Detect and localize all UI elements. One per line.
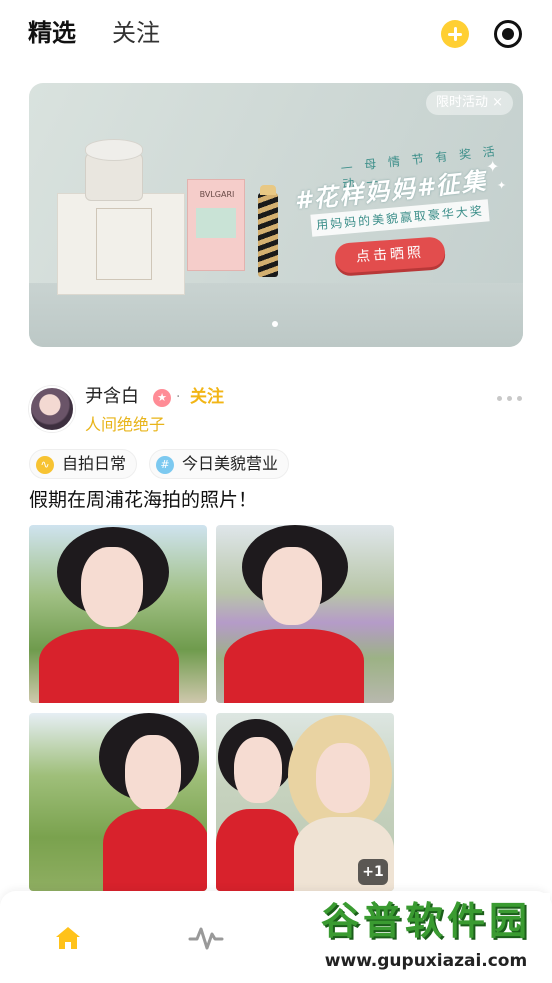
product-box-fresh	[57, 193, 185, 295]
post-header: 尹含白 ★ · 关注 人间绝绝子	[29, 386, 523, 436]
post-text[interactable]: 假期在周浦花海拍的照片！	[29, 486, 257, 514]
sparkle-icon: ✦	[486, 157, 500, 176]
username[interactable]: 尹含白	[85, 386, 139, 408]
hashtag-icon: #	[156, 456, 174, 474]
tag-label: 今日美貌营业	[182, 454, 279, 473]
tag-beauty-today[interactable]: # 今日美貌营业	[149, 449, 290, 479]
tag-label: 自拍日常	[62, 454, 127, 473]
tag-selfie-daily[interactable]: ∿ 自拍日常	[29, 449, 138, 479]
activity-icon: ∿	[36, 456, 54, 474]
product-jar	[85, 139, 143, 201]
watermark-url: www.gupuxiazai.com	[324, 951, 528, 971]
post-photo[interactable]	[216, 525, 394, 703]
add-post-button[interactable]	[441, 20, 469, 48]
activity-icon[interactable]	[188, 925, 224, 951]
watermark-title: 谷普软件园	[320, 899, 531, 943]
post-photo[interactable]	[29, 525, 207, 703]
product-box-label	[96, 208, 152, 280]
tab-following[interactable]: 关注	[112, 16, 160, 50]
tab-featured[interactable]: 精选	[28, 16, 80, 50]
product-brand: BVLGARI	[199, 190, 235, 199]
tab-following-label: 关注	[112, 19, 160, 47]
promo-banner[interactable]: BVLGARI 限时活动 × — 母 情 节 有 奖 活 动 — #花样妈妈#征…	[29, 83, 523, 347]
more-photos-badge[interactable]: +1	[358, 859, 388, 885]
sparkle-icon: ✦	[497, 179, 507, 192]
avatar[interactable]	[29, 386, 75, 432]
photo-grid: +1	[29, 525, 394, 891]
watermark: 谷普软件园 www.gupuxiazai.com	[302, 893, 550, 979]
more-options-icon[interactable]	[497, 394, 523, 402]
user-title: 人间绝绝子	[85, 415, 166, 434]
post-photo[interactable]: +1	[216, 713, 394, 891]
carousel-indicator	[272, 321, 278, 327]
tab-featured-label: 精选	[28, 19, 76, 47]
product-box-bvlgari: BVLGARI	[187, 179, 245, 271]
separator-dot: ·	[176, 389, 181, 405]
record-icon[interactable]	[494, 20, 522, 48]
top-bar: 精选 关注	[0, 0, 552, 72]
upload-photo-button[interactable]: 点击晒照	[334, 236, 446, 274]
vip-badge-icon: ★	[153, 389, 171, 407]
product-lipstick	[258, 185, 278, 277]
home-icon[interactable]	[54, 925, 82, 951]
follow-button[interactable]: 关注	[190, 386, 224, 408]
limited-event-badge[interactable]: 限时活动 ×	[425, 91, 513, 115]
post-photo[interactable]	[29, 713, 207, 891]
